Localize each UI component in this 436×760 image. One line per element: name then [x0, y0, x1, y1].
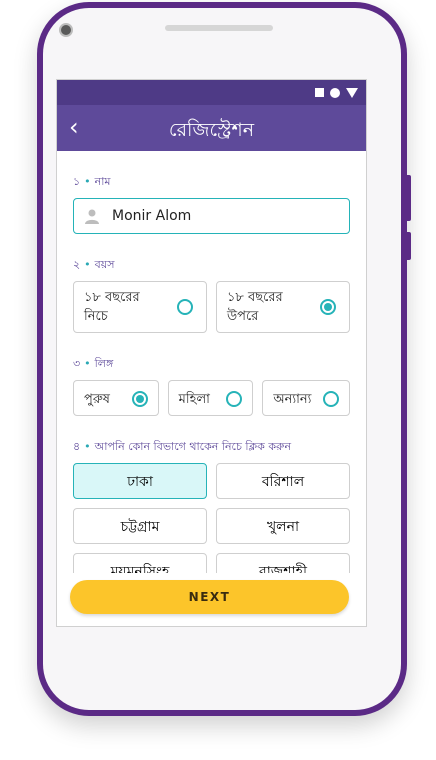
- registration-form: ১•নাম ২•বয়স ১৮ বছরের নিচে ১৮ বছরের উপরে: [57, 151, 366, 589]
- footer: NEXT: [57, 573, 366, 626]
- division-row: চট্টগ্রাম খুলনা: [73, 508, 350, 544]
- page-title: রেজিস্ট্রেশন: [168, 119, 255, 141]
- gender-label-text: লিঙ্গ: [94, 357, 114, 370]
- user-icon: [85, 209, 99, 224]
- gender-option-male[interactable]: পুরুষ: [73, 380, 159, 416]
- division-step-number: ৪: [73, 440, 81, 453]
- division-label-text: আপনি কোন বিভাগে থাকেন নিচে ক্লিক করুন: [94, 440, 292, 453]
- radio-unselected-icon[interactable]: [226, 391, 243, 407]
- gender-option-label: অন্যান্য: [273, 392, 312, 407]
- name-step-number: ১: [73, 175, 81, 188]
- age-options: ১৮ বছরের নিচে ১৮ বছরের উপরে: [73, 281, 350, 333]
- age-label-text: বয়স: [94, 258, 115, 271]
- status-bar: [57, 80, 366, 105]
- gender-step-number: ৩: [73, 357, 81, 370]
- gender-option-label: মহিলা: [178, 392, 210, 407]
- age-step-number: ২: [73, 258, 81, 271]
- division-row: ঢাকা বরিশাল: [73, 463, 350, 499]
- triangle-down-icon: [346, 87, 358, 98]
- volume-button: [405, 175, 411, 221]
- circle-icon: [330, 87, 340, 98]
- gender-options: পুরুষ মহিলা অন্যান্য: [73, 380, 350, 416]
- age-option-over-18[interactable]: ১৮ বছরের উপরে: [216, 281, 350, 333]
- name-label-text: নাম: [94, 175, 111, 188]
- division-label: ৪ • আপনি কোন বিভাগে থাকেন নিচে ক্লিক করুন: [73, 440, 292, 453]
- radio-unselected-icon[interactable]: [177, 299, 193, 315]
- front-camera: [59, 23, 73, 37]
- division-dhaka[interactable]: ঢাকা: [73, 463, 207, 499]
- gender-label: ৩ • লিঙ্গ: [73, 357, 114, 370]
- name-input[interactable]: [110, 207, 334, 225]
- gender-option-other[interactable]: অন্যান্য: [262, 380, 350, 416]
- next-button[interactable]: NEXT: [70, 580, 349, 614]
- age-label: ২ • বয়স: [73, 258, 115, 271]
- age-option-under-18[interactable]: ১৮ বছরের নিচে: [73, 281, 207, 333]
- radio-unselected-icon[interactable]: [323, 391, 339, 407]
- app-bar: ‹ রেজিস্ট্রেশন: [57, 105, 366, 151]
- division-chattogram[interactable]: চট্টগ্রাম: [73, 508, 207, 544]
- division-khulna[interactable]: খুলনা: [216, 508, 350, 544]
- age-option-label: ১৮ বছরের নিচে: [84, 290, 140, 324]
- name-field[interactable]: [73, 198, 350, 234]
- app-screen: ‹ রেজিস্ট্রেশন ১•নাম ২•বয়স ১৮ বছরের নিচ…: [56, 79, 367, 627]
- power-button: [405, 232, 411, 260]
- radio-selected-icon[interactable]: [131, 391, 148, 407]
- square-icon: [315, 88, 324, 97]
- gender-option-female[interactable]: মহিলা: [167, 380, 254, 416]
- speaker-grille: [165, 25, 273, 31]
- gender-option-label: পুরুষ: [84, 392, 110, 407]
- age-option-label: ১৮ বছরের উপরে: [227, 290, 283, 324]
- radio-selected-icon[interactable]: [320, 299, 336, 315]
- name-label: ১ • নাম: [73, 175, 111, 188]
- division-barishal[interactable]: বরিশাল: [216, 463, 350, 499]
